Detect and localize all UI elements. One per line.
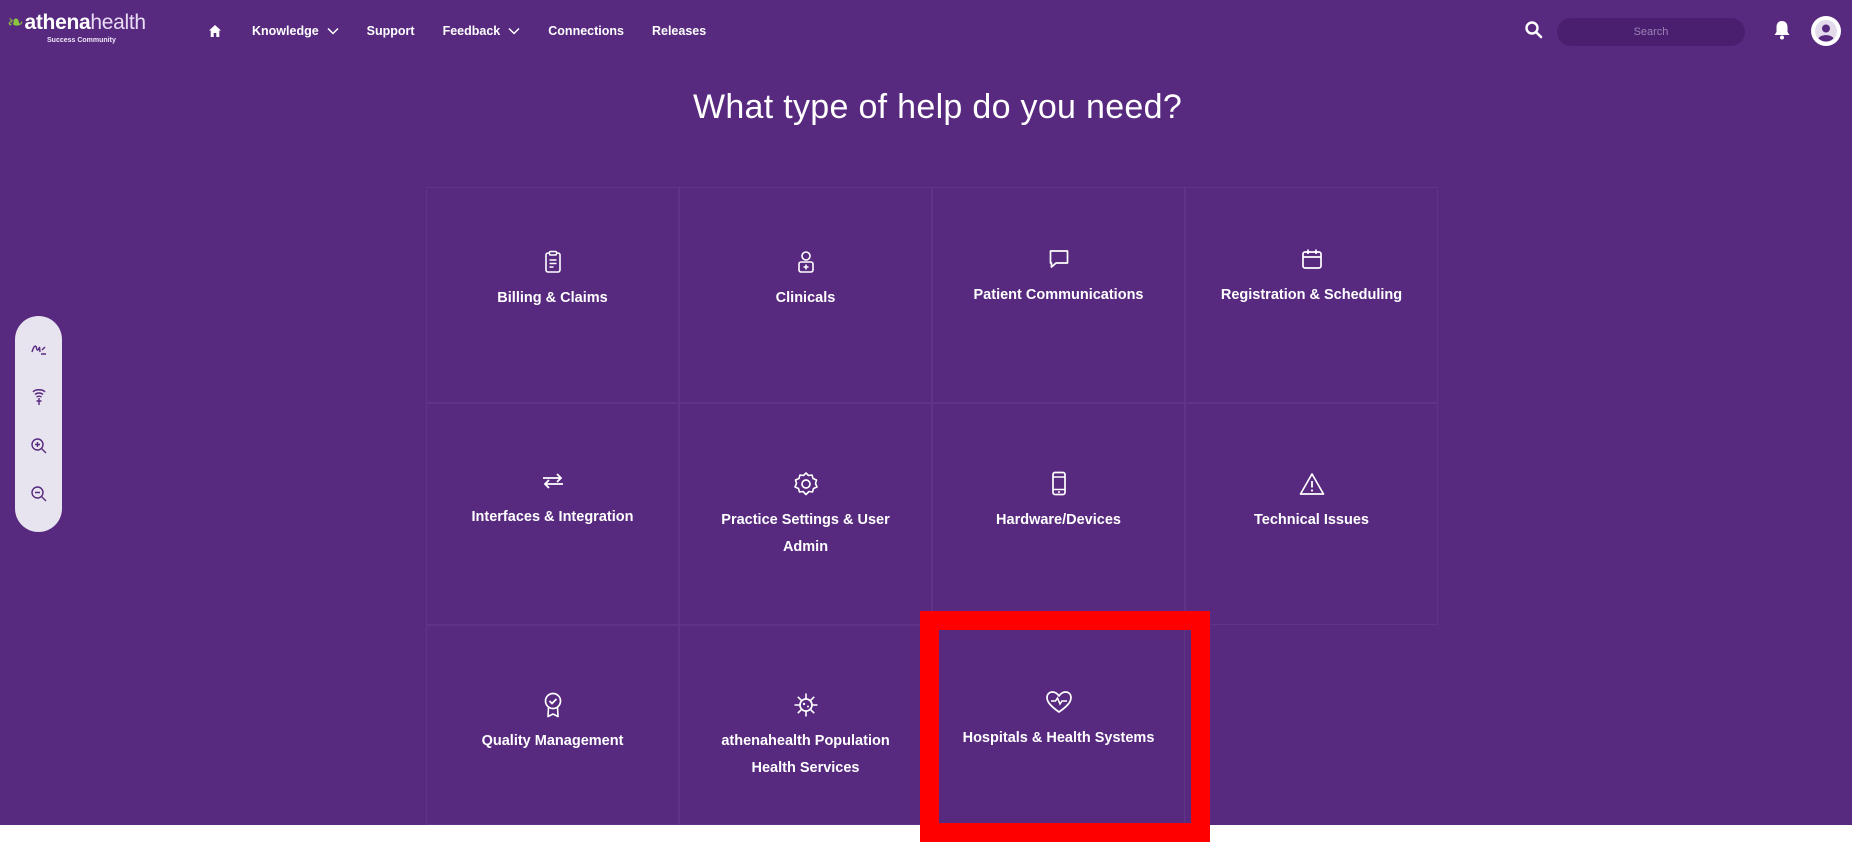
nav-releases[interactable]: Releases (652, 24, 706, 38)
leaf-icon: ❧ (7, 12, 24, 34)
nav-feedback-label: Feedback (442, 24, 501, 38)
category-label: Hospitals & Health Systems (962, 730, 1155, 746)
search-input[interactable] (1557, 18, 1745, 46)
doctor-icon (792, 248, 820, 276)
help-category-grid: Billing & Claims Clinicals Patient Commu… (426, 187, 1438, 825)
category-label: Clinicals (775, 290, 836, 306)
top-nav: Knowledge Support Feedback Connections R… (206, 19, 734, 43)
category-label: Patient Communications (973, 287, 1144, 303)
zoom-in-icon[interactable] (27, 435, 51, 457)
bell-icon[interactable] (1772, 19, 1792, 41)
category-label: Practice Settings & User Admin (721, 512, 890, 555)
category-label: Hardware/Devices (996, 512, 1121, 528)
category-billing-claims[interactable]: Billing & Claims (426, 187, 679, 403)
logo-subtitle: Success Community (47, 37, 116, 44)
page-background: ❧ athena health Success Community Knowled… (0, 0, 1852, 825)
category-registration-scheduling[interactable]: Registration & Scheduling (1185, 187, 1438, 403)
category-label: Billing & Claims (497, 290, 608, 306)
category-practice-settings[interactable]: Practice Settings & User Admin (679, 403, 932, 625)
nav-connections-label: Connections (548, 24, 624, 38)
logo-text-health: health (90, 11, 146, 34)
search-icon[interactable] (1524, 20, 1544, 40)
calendar-icon (1298, 245, 1326, 273)
chevron-down-icon (327, 27, 339, 35)
category-patient-communications[interactable]: Patient Communications (932, 187, 1185, 403)
chat-icon (1045, 245, 1073, 273)
mobile-device-icon (1045, 470, 1073, 498)
zoom-out-icon[interactable] (27, 484, 51, 506)
logo-wordmark: ❧ athena health (7, 11, 146, 35)
heart-pulse-icon (1045, 688, 1073, 716)
nav-connections[interactable]: Connections (548, 24, 624, 38)
category-population-health[interactable]: athenahealth Population Health Services (679, 625, 932, 825)
warning-icon (1298, 470, 1326, 498)
category-interfaces-integration[interactable]: Interfaces & Integration (426, 403, 679, 625)
home-icon[interactable] (206, 22, 224, 40)
user-avatar[interactable] (1811, 16, 1841, 46)
nav-support[interactable]: Support (367, 24, 415, 38)
category-label: Quality Management (481, 733, 624, 749)
category-hospitals-health-systems[interactable]: Hospitals & Health Systems (932, 625, 1185, 825)
gear-icon (792, 470, 820, 498)
arrows-icon (539, 467, 567, 495)
category-technical-issues[interactable]: Technical Issues (1185, 403, 1438, 625)
category-label: Interfaces & Integration (471, 509, 634, 525)
logo-text-athena: athena (24, 11, 91, 34)
chevron-down-icon (508, 27, 520, 35)
page-title: What type of help do you need? (692, 88, 1183, 126)
category-label: Technical Issues (1254, 512, 1369, 528)
award-icon (539, 691, 567, 719)
hearing-icon[interactable] (27, 387, 51, 409)
category-quality-management[interactable]: Quality Management (426, 625, 679, 825)
nav-feedback[interactable]: Feedback (443, 24, 521, 38)
nav-knowledge-label: Knowledge (252, 24, 319, 38)
category-clinicals[interactable]: Clinicals (679, 187, 932, 403)
nav-support-label: Support (366, 24, 415, 38)
category-hardware-devices[interactable]: Hardware/Devices (932, 403, 1185, 625)
signature-icon[interactable] (27, 338, 51, 360)
clipboard-icon (539, 248, 567, 276)
category-label: athenahealth Population Health Services (721, 733, 890, 776)
athenahealth-logo[interactable]: ❧ athena health Success Community (7, 11, 146, 45)
virus-icon (792, 691, 820, 719)
nav-releases-label: Releases (651, 24, 707, 38)
category-label: Registration & Scheduling (1220, 287, 1403, 303)
nav-knowledge[interactable]: Knowledge (252, 24, 339, 38)
accessibility-toolbar (15, 316, 62, 532)
